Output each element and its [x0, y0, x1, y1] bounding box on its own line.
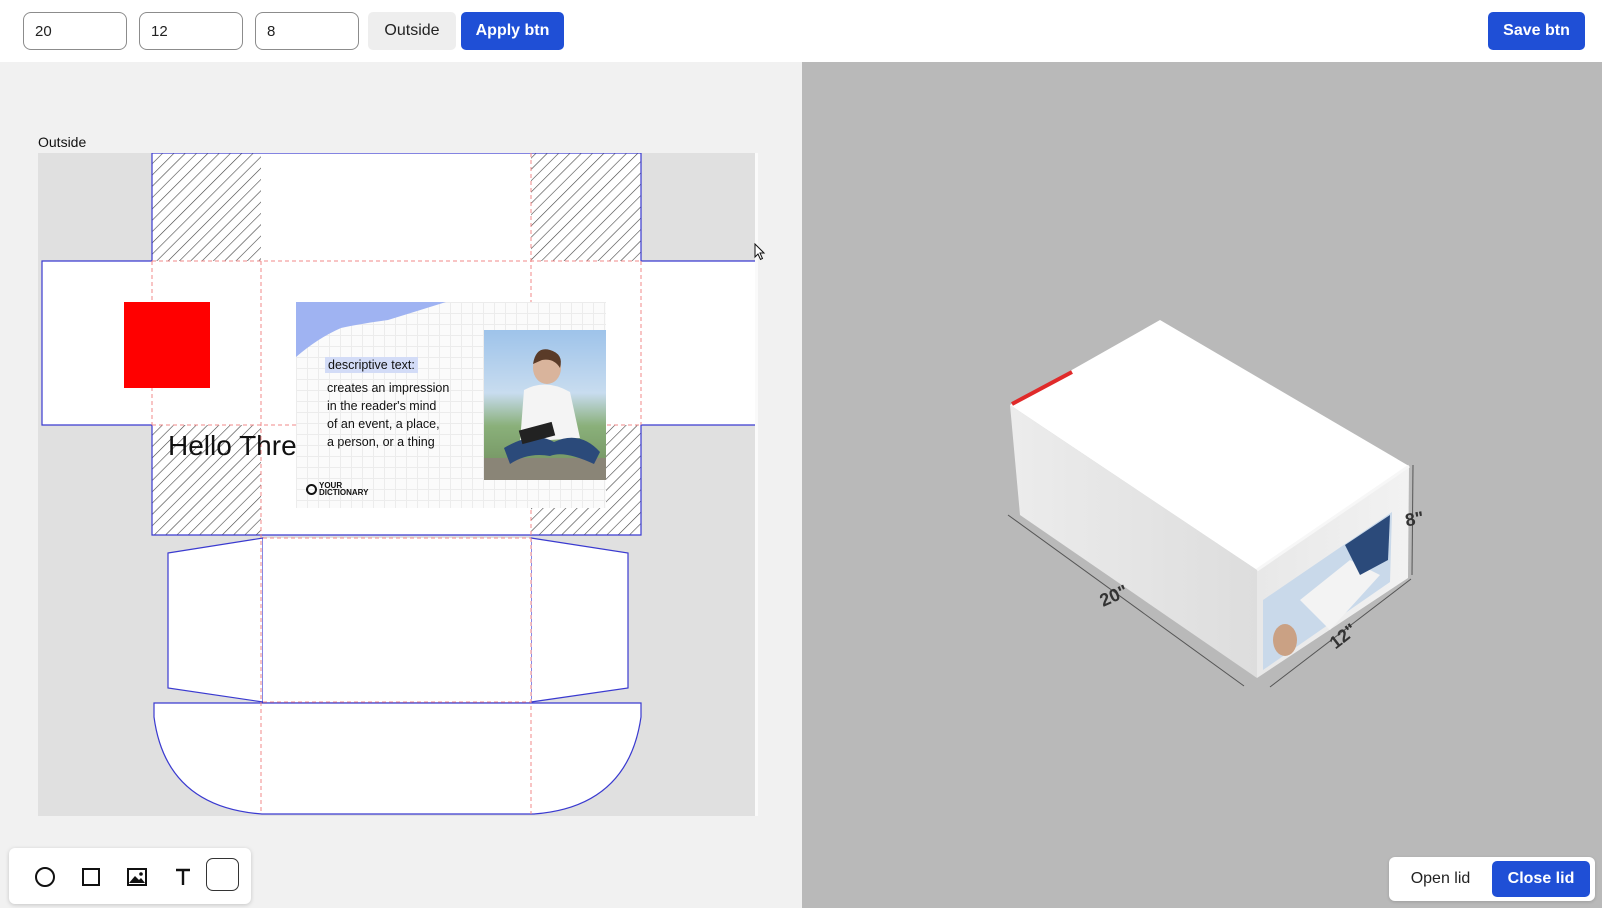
height-dimension-label: 8" — [1404, 507, 1426, 530]
text-tool-icon[interactable] — [168, 862, 198, 892]
descriptive-text-image[interactable]: descriptive text: creates an impression … — [296, 302, 606, 508]
shape-tool-palette — [9, 848, 251, 904]
lid-controls: Open lid Close lid — [1389, 857, 1595, 901]
card-text-line-2: in the reader's mind — [327, 399, 437, 413]
close-lid-button[interactable]: Close lid — [1492, 861, 1590, 897]
image-tool-icon[interactable] — [122, 862, 152, 892]
your-dictionary-logo: YOUR DICTIONARY — [306, 482, 368, 497]
circle-tool-icon[interactable] — [30, 862, 60, 892]
red-square-shape[interactable] — [124, 302, 210, 388]
woman-reading-photo — [484, 330, 606, 480]
dieline-editor: Outside Hello Thre descriptive text: cre… — [0, 62, 802, 908]
panel-bottom-center — [263, 538, 531, 702]
card-text-line-1: creates an impression — [327, 381, 450, 395]
card-text-line-3: of an event, a place, — [327, 417, 440, 431]
dieline-canvas[interactable]: Hello Thre descriptive text: creates an … — [38, 153, 757, 816]
card-text-line-4: a person, or a thing — [327, 435, 435, 449]
rectangle-tool-icon[interactable] — [76, 862, 106, 892]
apply-button[interactable]: Apply btn — [461, 12, 564, 50]
tuck-flap-left — [167, 537, 264, 703]
decorative-wave — [296, 302, 446, 357]
canvas-side-label: Outside — [38, 134, 87, 150]
mouse-cursor-icon — [754, 243, 766, 261]
height-input[interactable] — [255, 12, 359, 50]
save-button[interactable]: Save btn — [1488, 12, 1585, 50]
box-3d-preview[interactable]: 20" 12" 8" — [802, 62, 1602, 908]
box-3d-model: 20" 12" 8" — [1007, 320, 1426, 688]
width-input[interactable] — [23, 12, 127, 50]
open-lid-button[interactable]: Open lid — [1394, 861, 1487, 897]
glue-flap-top-right — [531, 153, 641, 261]
color-swatch[interactable] — [206, 858, 239, 891]
top-toolbar: Outside Apply btn Save btn — [0, 0, 1602, 62]
depth-input[interactable] — [139, 12, 243, 50]
tuck-flap-right — [530, 537, 629, 703]
hello-text-element[interactable]: Hello Thre — [168, 430, 297, 462]
tuck-lid — [153, 702, 642, 815]
card-heading: descriptive text: — [325, 357, 418, 373]
panel-top-center — [261, 153, 531, 261]
glue-flap-top-left — [152, 153, 261, 261]
outside-toggle-button[interactable]: Outside — [368, 12, 456, 50]
